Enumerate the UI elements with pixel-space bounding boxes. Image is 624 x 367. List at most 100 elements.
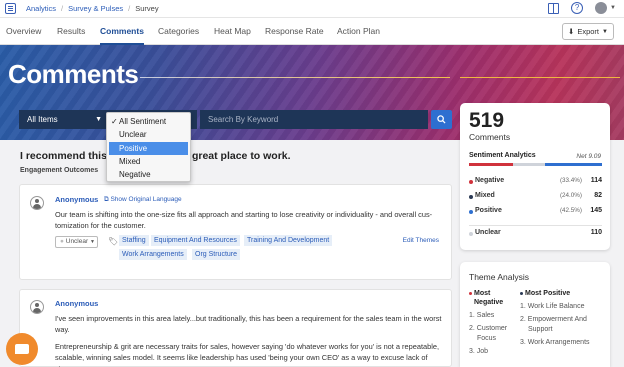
status-dot-icon: ● xyxy=(60,238,64,245)
search-input[interactable] xyxy=(200,110,428,129)
question-text-start: I recommend this xyxy=(20,150,107,162)
sentiment-row-negative[interactable]: Negative (33.4%) 114 xyxy=(469,177,602,189)
export-button[interactable]: ⬇ Export ▼ xyxy=(562,23,614,40)
breadcrumb-survey: Survey xyxy=(135,4,159,13)
most-negative-column: Most Negative 1. Sales 2. Customer Focus… xyxy=(469,289,517,356)
chevron-down-icon: ▼ xyxy=(89,239,95,245)
chevron-down-icon: ▼ xyxy=(602,28,608,35)
tab-comments[interactable]: Comments xyxy=(100,18,144,45)
question-text-end: great place to work. xyxy=(191,150,291,162)
sentiment-option-unclear[interactable]: Unclear xyxy=(107,128,190,141)
negative-theme-item[interactable]: 3. Job xyxy=(469,347,517,356)
breadcrumb: Analytics / Survey & Pulses / Survey xyxy=(26,4,159,13)
comment-text: Our team is shifting into the one-size f… xyxy=(55,209,445,231)
theme-tag[interactable]: Work Arrangements xyxy=(119,249,187,260)
sentiment-analytics-title: Sentiment Analytics xyxy=(469,152,536,159)
sentiment-option-negative[interactable]: Negative xyxy=(107,168,190,181)
negative-theme-item[interactable]: 1. Sales xyxy=(469,311,517,320)
comment-line: way. xyxy=(55,325,70,334)
theme-tag[interactable]: Training And Development xyxy=(244,235,333,246)
negative-theme-item-cont: Focus xyxy=(477,335,497,342)
sentiment-row-unclear[interactable]: Unclear 110 xyxy=(469,229,602,241)
breadcrumb-survey-pulses[interactable]: Survey & Pulses xyxy=(68,4,123,13)
sentiment-count: 145 xyxy=(590,207,602,214)
user-avatar[interactable] xyxy=(595,2,608,14)
negative-theme-item[interactable]: 2. Customer xyxy=(469,324,517,333)
sentiment-bar xyxy=(469,163,602,166)
export-label: Export xyxy=(577,27,600,36)
chevron-down-icon[interactable]: ▼ xyxy=(610,5,616,11)
comment-author: Anonymous xyxy=(55,299,99,308)
tag-icon: 🏷 xyxy=(108,237,119,246)
comment-card: Anonymous I've seen improvements in this… xyxy=(19,289,452,367)
most-negative-title: Most Negative xyxy=(469,289,517,307)
show-original-language-link[interactable]: ⧉ Show Original Language xyxy=(104,196,182,204)
total-comments-count: 519 xyxy=(469,109,505,132)
link-label: Show Original Language xyxy=(110,196,182,203)
theme-analysis-title: Theme Analysis xyxy=(469,272,529,282)
hero-divider xyxy=(140,77,450,78)
positive-theme-item[interactable]: 3. Work Arrangements xyxy=(520,338,606,347)
total-comments-label: Comments xyxy=(469,132,511,142)
download-icon: ⬇ xyxy=(568,27,575,36)
edit-themes-link[interactable]: Edit Themes xyxy=(403,237,439,244)
sentiment-row-mixed[interactable]: Mixed (24.0%) 82 xyxy=(469,192,602,204)
sentiment-count: 82 xyxy=(594,192,602,199)
positive-theme-item[interactable]: 1. Work Life Balance xyxy=(520,302,606,311)
comment-text: I've seen improvements in this area late… xyxy=(55,313,445,367)
sentiment-label: Positive xyxy=(475,207,502,214)
positive-dot-icon xyxy=(469,210,473,214)
heading-line: Most xyxy=(474,290,491,297)
comment-line: I've seen improvements in this area late… xyxy=(55,314,442,323)
sentiment-count: 114 xyxy=(590,177,602,184)
sentiment-count: 110 xyxy=(590,229,602,236)
hero-divider xyxy=(460,77,620,78)
search-field[interactable] xyxy=(200,110,428,129)
tab-response-rate[interactable]: Response Rate xyxy=(265,18,324,45)
comment-line: Entrepreneurship & grit are necessary tr… xyxy=(55,342,440,351)
tab-heat-map[interactable]: Heat Map xyxy=(214,18,251,45)
option-label: Positive xyxy=(119,143,148,153)
net-score: Net 9.09 xyxy=(576,153,601,160)
gift-icon[interactable] xyxy=(548,2,560,14)
sentiment-option-mixed[interactable]: Mixed xyxy=(107,155,190,168)
chat-button[interactable] xyxy=(6,333,38,365)
tab-results[interactable]: Results xyxy=(57,18,85,45)
comment-author: Anonymous xyxy=(55,195,99,204)
search-button[interactable] xyxy=(431,110,452,129)
items-filter-select[interactable]: All Items ▼ xyxy=(19,110,107,129)
sentiment-label: Unclear xyxy=(475,229,501,236)
option-label: All Sentiment xyxy=(119,117,167,126)
sentiment-percent: (42.5%) xyxy=(559,207,582,214)
help-icon[interactable]: ? xyxy=(571,2,584,14)
theme-tag[interactable]: Org Structure xyxy=(192,249,241,260)
comments-stats-card: 519 Comments Sentiment Analytics Net 9.0… xyxy=(460,103,610,250)
theme-tag[interactable]: Equipment And Resources xyxy=(151,235,240,246)
divider xyxy=(469,225,602,226)
search-icon xyxy=(437,115,446,124)
checkmark-icon: ✓ xyxy=(111,117,118,126)
comment-line: scalable, winning sales model. It seems … xyxy=(55,353,428,367)
anonymous-avatar-icon xyxy=(30,300,44,314)
positive-theme-item-cont: Support xyxy=(528,326,553,333)
tab-overview[interactable]: Overview xyxy=(6,18,41,45)
comment-line: tomization for the customer. xyxy=(55,221,146,230)
sentiment-select[interactable]: ● Unclear ▼ xyxy=(55,236,98,248)
theme-tag[interactable]: Staffing xyxy=(119,235,149,246)
menu-icon[interactable] xyxy=(5,3,16,14)
sentiment-percent: (24.0%) xyxy=(559,192,582,199)
chevron-down-icon: ▼ xyxy=(95,116,102,123)
tab-categories[interactable]: Categories xyxy=(158,18,199,45)
page-title: Comments xyxy=(8,59,139,89)
sentiment-row-positive[interactable]: Positive (42.5%) 145 xyxy=(469,207,602,219)
theme-analysis-card: Theme Analysis Most Negative 1. Sales 2.… xyxy=(460,262,610,367)
question-category: Engagement Outcomes xyxy=(20,167,99,174)
tab-action-plan[interactable]: Action Plan xyxy=(337,18,380,45)
sentiment-option-all[interactable]: ✓ All Sentiment xyxy=(107,115,190,128)
breadcrumb-analytics[interactable]: Analytics xyxy=(26,4,56,13)
comment-card: Anonymous ⧉ Show Original Language Our t… xyxy=(19,184,452,280)
chat-icon xyxy=(15,344,29,354)
most-positive-title: Most Positive xyxy=(520,289,606,298)
sentiment-option-positive[interactable]: Positive xyxy=(109,141,188,155)
positive-theme-item[interactable]: 2. Empowerment And xyxy=(520,315,606,324)
